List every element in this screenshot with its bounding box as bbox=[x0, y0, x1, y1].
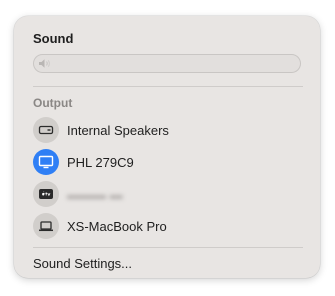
device-icon-circle bbox=[33, 149, 59, 175]
sound-title: Sound bbox=[33, 31, 74, 46]
device-phl-279c9[interactable]: PHL 279C9 bbox=[33, 149, 303, 175]
device-label: Internal Speakers bbox=[67, 123, 169, 138]
device-icon-circle bbox=[33, 117, 59, 143]
device-icon-circle bbox=[33, 213, 59, 239]
device-icon-circle bbox=[33, 181, 59, 207]
device-label: XS-MacBook Pro bbox=[67, 219, 167, 234]
laptop-icon bbox=[39, 221, 53, 232]
volume-slider[interactable] bbox=[33, 54, 301, 73]
apple-tv-icon bbox=[39, 189, 53, 199]
speaker-muted-icon bbox=[39, 59, 50, 68]
device-internal-speakers[interactable]: Internal Speakers bbox=[33, 117, 303, 143]
divider bbox=[33, 86, 303, 87]
device-xs-macbook-pro[interactable]: XS-MacBook Pro bbox=[33, 213, 303, 239]
sound-settings-menu-item[interactable]: Sound Settings... bbox=[33, 256, 132, 271]
speaker-device-icon bbox=[38, 125, 54, 135]
device-label: PHL 279C9 bbox=[67, 155, 134, 170]
display-icon bbox=[38, 155, 54, 169]
divider bbox=[33, 247, 303, 248]
device-label-redacted: ▬▬▬ ▬ bbox=[67, 187, 123, 202]
output-section-label: Output bbox=[33, 96, 73, 110]
device-apple-tv[interactable]: ▬▬▬ ▬ bbox=[33, 181, 303, 207]
sound-menu-panel: Sound Output Internal Speakers PHL 279C9 bbox=[14, 16, 320, 278]
